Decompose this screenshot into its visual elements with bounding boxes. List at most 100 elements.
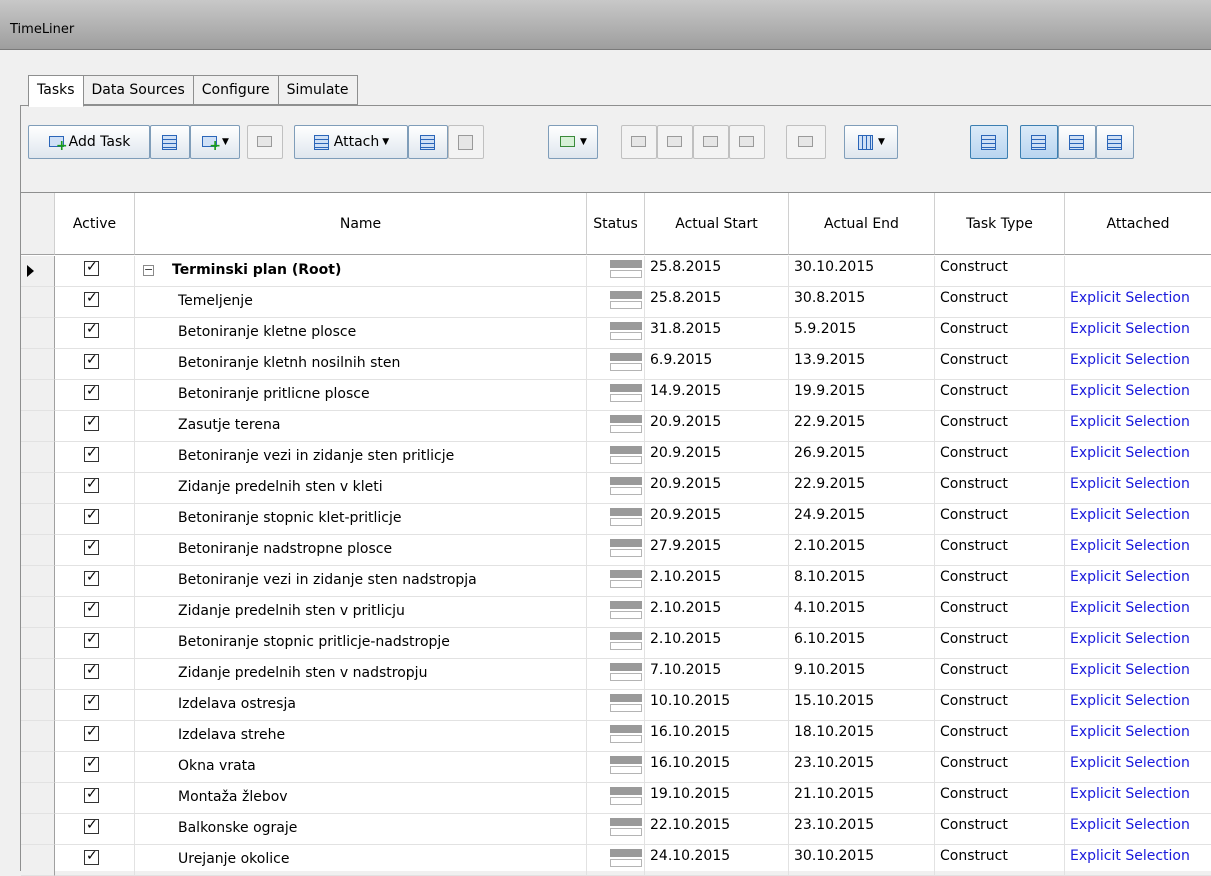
active-cell[interactable]	[55, 721, 135, 752]
table-row[interactable]: Zidanje predelnih sten v nadstropju 7.10.…	[21, 659, 1211, 690]
task-type-cell[interactable]: Construct	[935, 566, 1065, 597]
actual-end-cell[interactable]: 18.10.2015	[789, 721, 935, 752]
active-cell[interactable]	[55, 752, 135, 783]
status-cell[interactable]	[587, 287, 645, 318]
attached-value[interactable]: Explicit Selection	[1070, 628, 1190, 654]
status-cell[interactable]	[587, 442, 645, 473]
task-name-cell[interactable]: Betoniranje stopnic pritlicje-nadstropje	[135, 628, 587, 659]
active-cell[interactable]	[55, 318, 135, 349]
tab-simulate[interactable]: Simulate	[278, 75, 358, 105]
actual-start-cell[interactable]: 19.10.2015	[645, 783, 789, 814]
attached-cell[interactable]: Explicit Selection	[1065, 628, 1211, 659]
actual-end-cell[interactable]: 5.9.2015	[789, 318, 935, 349]
outdent-button[interactable]	[729, 125, 765, 159]
active-cell[interactable]	[55, 597, 135, 628]
active-checkbox[interactable]	[84, 474, 99, 494]
row-selector[interactable]	[21, 380, 55, 411]
attached-cell[interactable]	[1065, 256, 1211, 287]
attached-value[interactable]: Explicit Selection	[1070, 473, 1190, 499]
actual-end-cell[interactable]: 6.10.2015	[789, 628, 935, 659]
task-type-cell[interactable]: Construct	[935, 783, 1065, 814]
actual-start-cell[interactable]: 16.10.2015	[645, 752, 789, 783]
indent-button[interactable]	[693, 125, 729, 159]
active-cell[interactable]	[55, 535, 135, 566]
active-cell[interactable]	[55, 287, 135, 318]
attach-dropdown[interactable]: Attach ▼	[294, 125, 408, 159]
active-cell[interactable]	[55, 628, 135, 659]
actual-start-cell[interactable]: 20.9.2015	[645, 442, 789, 473]
row-selector[interactable]	[21, 628, 55, 659]
attached-cell[interactable]: Explicit Selection	[1065, 318, 1211, 349]
table-row[interactable]: Betoniranje nadstropne plosce 27.9.2015 2.…	[21, 535, 1211, 566]
actual-end-cell[interactable]: 30.10.2015	[789, 256, 935, 287]
actual-start-cell[interactable]: 10.10.2015	[645, 690, 789, 721]
row-selector[interactable]	[21, 752, 55, 783]
task-name-cell[interactable]: Izdelava ostresja	[135, 690, 587, 721]
row-selector[interactable]	[21, 256, 55, 287]
status-cell[interactable]	[587, 473, 645, 504]
actual-end-cell[interactable]: 22.9.2015	[789, 411, 935, 442]
actual-start-cell[interactable]: 7.10.2015	[645, 659, 789, 690]
actual-start-cell[interactable]: 16.10.2015	[645, 721, 789, 752]
task-type-cell[interactable]: Construct	[935, 814, 1065, 845]
active-checkbox[interactable]	[84, 598, 99, 618]
actual-start-cell[interactable]: 31.8.2015	[645, 318, 789, 349]
task-name-cell[interactable]: Zidanje predelnih sten v nadstropju	[135, 659, 587, 690]
row-selector[interactable]	[21, 535, 55, 566]
collapse-icon[interactable]: −	[143, 264, 154, 276]
active-checkbox[interactable]	[84, 722, 99, 742]
attached-value[interactable]: Explicit Selection	[1070, 566, 1190, 592]
task-type-cell[interactable]: Construct	[935, 318, 1065, 349]
task-name-cell[interactable]: Betoniranje nadstropne plosce	[135, 535, 587, 566]
active-checkbox[interactable]	[84, 536, 99, 556]
task-type-cell[interactable]: Construct	[935, 349, 1065, 380]
active-checkbox[interactable]	[84, 753, 99, 773]
table-row[interactable]: − Terminski plan (Root) 25.8.2015 30.10.201…	[21, 256, 1211, 287]
row-selector[interactable]	[21, 411, 55, 442]
status-cell[interactable]	[587, 566, 645, 597]
move-up-button[interactable]	[621, 125, 657, 159]
task-name-cell[interactable]: Betoniranje kletnh nosilnih sten	[135, 349, 587, 380]
row-selector[interactable]	[21, 318, 55, 349]
table-row[interactable]: Betoniranje kletne plosce 31.8.2015 5.9.20…	[21, 318, 1211, 349]
actual-start-cell[interactable]: 22.10.2015	[645, 814, 789, 845]
active-checkbox[interactable]	[84, 784, 99, 804]
row-selector[interactable]	[21, 814, 55, 845]
active-cell[interactable]	[55, 349, 135, 380]
row-selector[interactable]	[21, 721, 55, 752]
actual-end-cell[interactable]: 22.9.2015	[789, 473, 935, 504]
view-grid-only-button[interactable]	[1020, 125, 1058, 159]
attached-cell[interactable]: Explicit Selection	[1065, 845, 1211, 876]
table-row[interactable]: Betoniranje kletnh nosilnih sten 6.9.2015…	[21, 349, 1211, 380]
active-checkbox[interactable]	[84, 505, 99, 525]
actual-end-cell[interactable]: 23.10.2015	[789, 814, 935, 845]
attached-cell[interactable]: Explicit Selection	[1065, 752, 1211, 783]
tab-data-sources[interactable]: Data Sources	[83, 75, 194, 105]
attached-value[interactable]: Explicit Selection	[1070, 349, 1190, 375]
active-checkbox[interactable]	[84, 288, 99, 308]
attached-cell[interactable]: Explicit Selection	[1065, 721, 1211, 752]
status-cell[interactable]	[587, 845, 645, 876]
task-name-cell[interactable]: Okna vrata	[135, 752, 587, 783]
actual-start-cell[interactable]: 24.10.2015	[645, 845, 789, 876]
actual-start-cell[interactable]: 6.9.2015	[645, 349, 789, 380]
attached-value[interactable]: Explicit Selection	[1070, 690, 1190, 716]
attached-value[interactable]: Explicit Selection	[1070, 411, 1190, 437]
actual-start-cell[interactable]: 20.9.2015	[645, 411, 789, 442]
attached-value[interactable]: Explicit Selection	[1070, 783, 1190, 809]
actual-end-cell[interactable]: 19.9.2015	[789, 380, 935, 411]
task-name-cell[interactable]: Betoniranje kletne plosce	[135, 318, 587, 349]
table-row[interactable]: Betoniranje stopnic klet-pritlicje 20.9.2…	[21, 504, 1211, 535]
task-name-cell[interactable]: Betoniranje vezi in zidanje sten pritlic…	[135, 442, 587, 473]
active-cell[interactable]	[55, 473, 135, 504]
attached-value[interactable]: Explicit Selection	[1070, 380, 1190, 406]
task-name-cell[interactable]: Zidanje predelnih sten v kleti	[135, 473, 587, 504]
attached-value[interactable]: Explicit Selection	[1070, 845, 1190, 871]
auto-add-tasks-button[interactable]	[150, 125, 190, 159]
row-selector[interactable]	[21, 287, 55, 318]
column-header-name[interactable]: Name	[135, 193, 587, 255]
status-cell[interactable]	[587, 628, 645, 659]
task-type-cell[interactable]: Construct	[935, 380, 1065, 411]
attached-value[interactable]: Explicit Selection	[1070, 504, 1190, 530]
task-name-cell[interactable]: Temeljenje	[135, 287, 587, 318]
